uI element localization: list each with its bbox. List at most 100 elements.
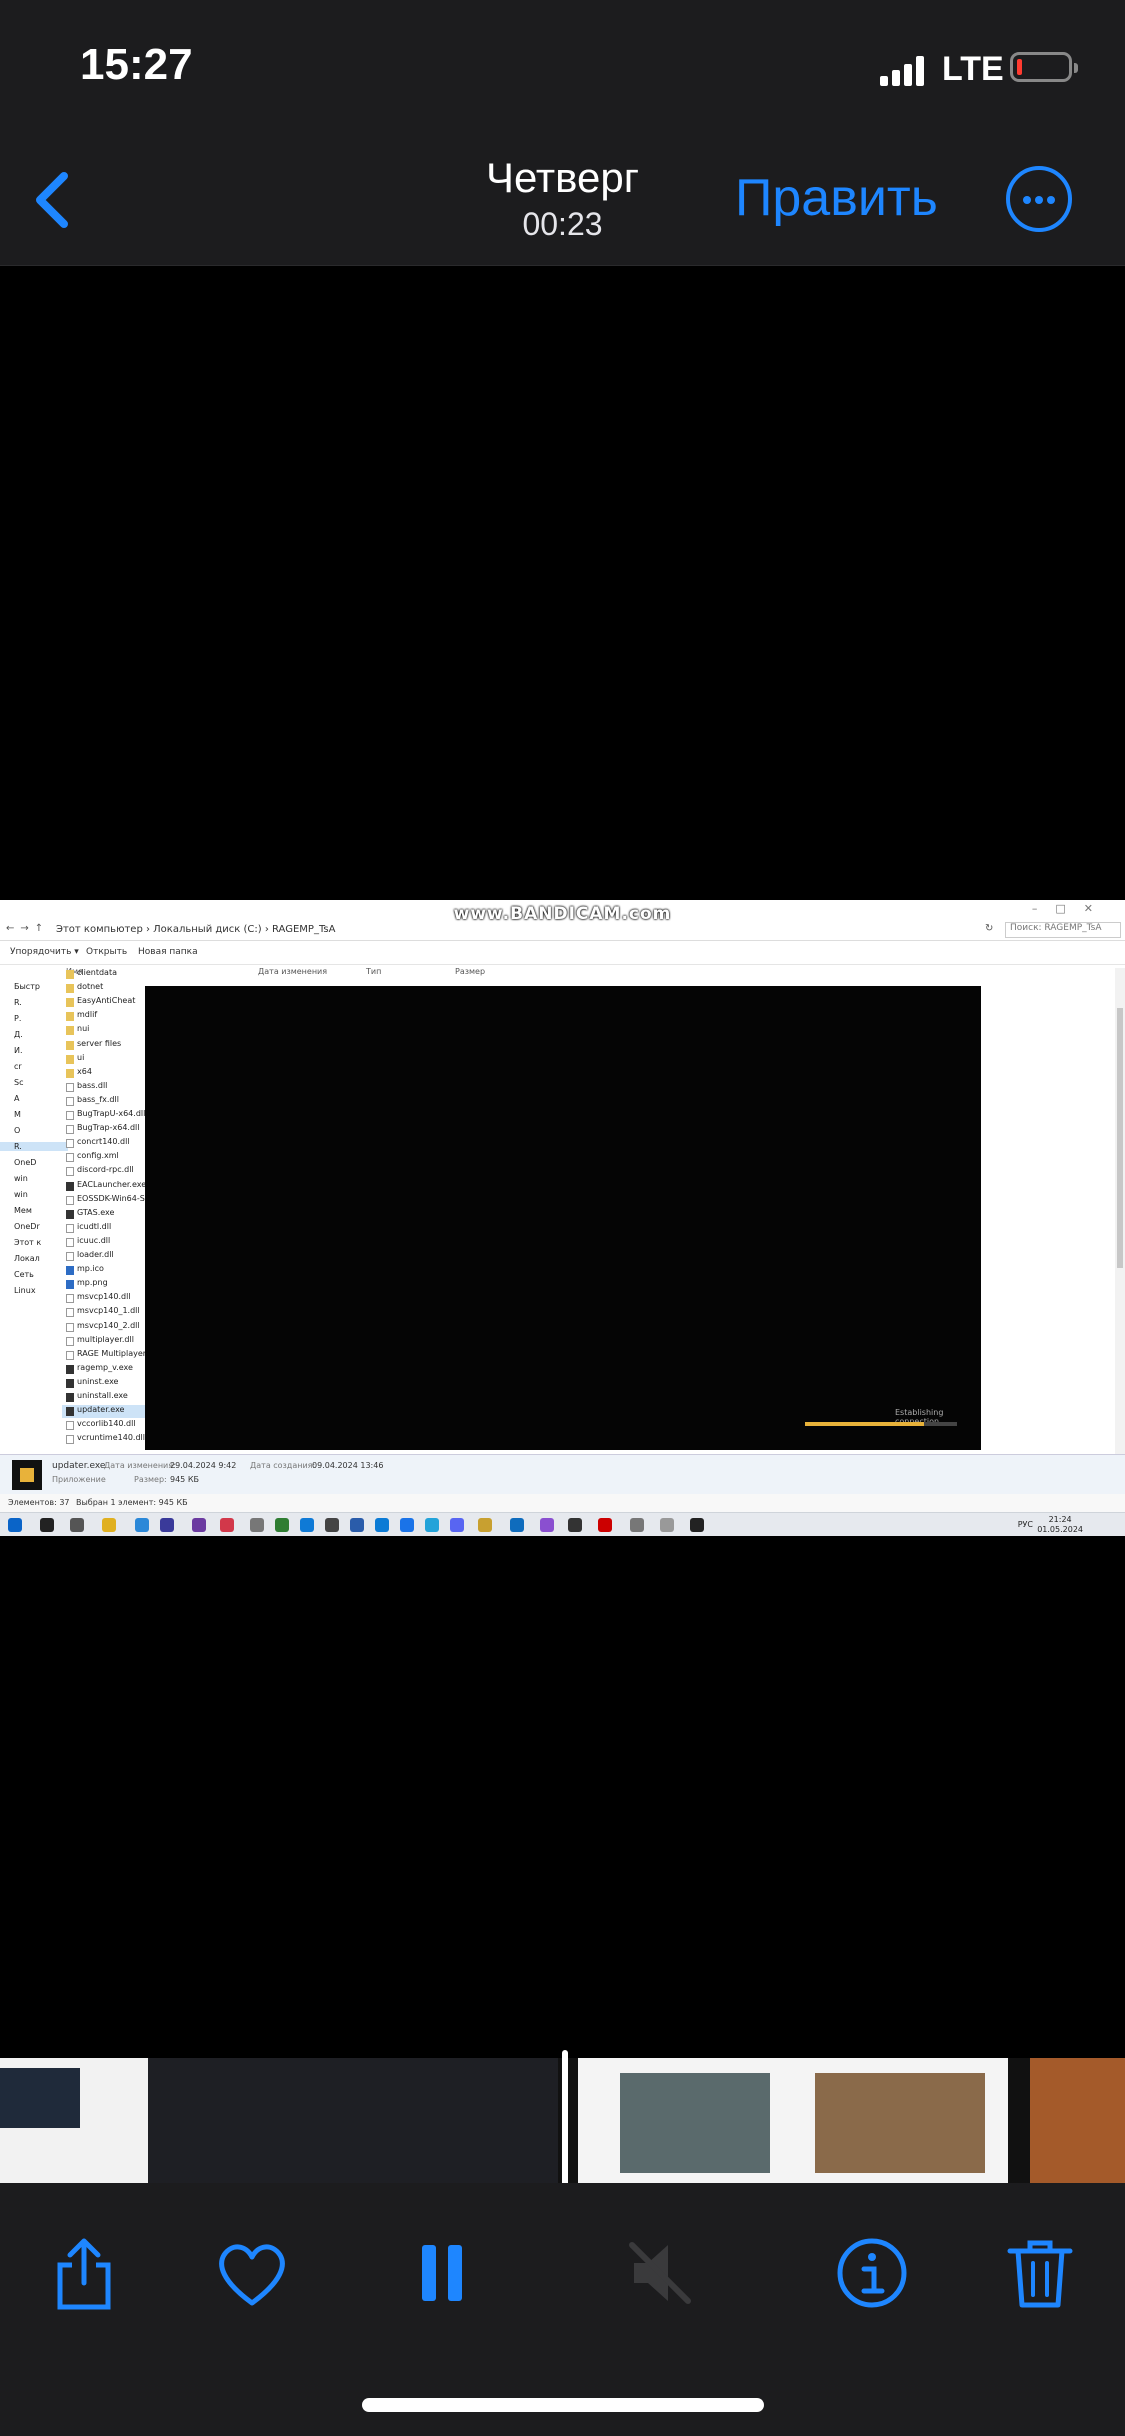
file-name: mp.png [77,1278,108,1288]
column-header: Имя Дата изменения Тип Размер [0,966,1125,978]
home-indicator [362,2398,764,2412]
file-name: EasyAntiCheat [77,996,136,1006]
file-row: vcruntime140.dll [62,1433,152,1446]
file-name: config.xml [77,1151,119,1161]
folder-icon [66,1068,74,1078]
nav-title: Четверг [485,154,640,201]
nav-bar: Четверг 00:23 Править [0,140,1125,266]
file-icon [66,1294,74,1304]
playhead[interactable] [562,2050,568,2190]
nav-pane-item: Локал [14,1254,40,1263]
taskbar-app-icon [450,1518,464,1532]
nav-pane-item: O [14,1126,21,1135]
folder-icon [66,998,74,1008]
file-name: bass_fx.dll [77,1094,119,1104]
more-button[interactable] [1006,166,1072,232]
taskbar-app-icon [102,1518,116,1532]
file-name: x64 [77,1066,92,1076]
mute-icon [629,2242,691,2304]
frame-thumb [148,2058,558,2183]
folder-icon [66,1040,74,1050]
taskbar-app-icon [540,1518,554,1532]
nav-pane-item: A [14,1094,20,1103]
explorer-status: Элементов: 37 Выбран 1 элемент: 945 КБ [0,1494,1125,1512]
game-window: Establishing connection [145,986,981,1450]
file-name: loader.dll [77,1250,114,1259]
breadcrumb: Этот компьютер › Локальный диск (C:) › R… [56,924,336,935]
file-row: uninst.exe [62,1377,152,1390]
file-name: BugTrap-x64.dll [77,1123,140,1133]
video-frame[interactable]: –□✕ ←→↑ Этот компьютер › Локальный диск … [0,900,1125,1536]
taskbar-app-icon [400,1518,414,1532]
taskbar-app-icon [375,1518,389,1532]
nav-pane-item: Р. [14,1014,22,1023]
explorer-search: Поиск: RAGEMP_TsA [1005,922,1121,938]
details-type: Приложение [52,1475,106,1484]
details-created-label: Дата создания: [250,1461,316,1470]
file-icon [66,1393,74,1402]
nav-pane-item: Мем [14,1206,32,1215]
file-icon [66,1153,74,1163]
col-type: Тип [366,967,382,976]
frame-thumb [1030,2058,1125,2183]
delete-button[interactable] [1000,2233,1080,2313]
network-label: LTE [942,50,1004,88]
file-name: msvcp140_1.dll [77,1306,140,1316]
file-row: clientdata [62,968,152,981]
file-name: GTAS.exe [77,1207,115,1217]
edit-button[interactable]: Править [735,168,938,228]
file-row: discord-rpc.dll [62,1165,152,1178]
explorer-nav-arrows: ←→↑ [6,923,50,934]
taskbar-app-icon [192,1518,206,1532]
file-row: loader.dll [62,1250,152,1263]
info-button[interactable] [832,2233,912,2313]
folder-icon [66,984,74,994]
file-icon [66,1195,74,1205]
file-icon [66,1181,74,1191]
status-time: 15:27 [80,40,193,89]
file-row: config.xml [62,1151,152,1164]
file-name: uninstall.exe [77,1391,128,1400]
file-row: RAGE Multiplayer [62,1349,152,1362]
toolbar-open: Открыть [86,947,128,957]
share-button[interactable] [44,2233,124,2313]
details-name: updater.exe [52,1461,106,1471]
nav-pane-item: Sc [14,1078,24,1087]
file-icon [66,1252,74,1261]
frame-thumb-image [620,2073,770,2173]
heart-icon [219,2244,285,2306]
toolbar-organize: Упорядочить ▾ [10,947,79,957]
file-name: mdlif [77,1010,98,1020]
details-pane: updater.exe Приложение Дата изменения: 2… [0,1454,1125,1495]
nav-pane-item: win [14,1174,28,1183]
pause-button[interactable] [402,2233,482,2313]
taskbar-app-icon [630,1518,644,1532]
file-icon [66,1421,74,1431]
file-name: clientdata [77,968,117,977]
file-name: updater.exe [77,1405,125,1415]
share-icon [57,2238,111,2310]
file-name: BugTrapU-x64.dll [77,1109,146,1118]
file-icon [66,1407,74,1417]
nav-pane-item: OneDr [14,1222,40,1231]
taskbar-app-icon [478,1518,492,1532]
nav-pane-item: Сеть [14,1270,34,1279]
trash-icon [1007,2240,1073,2308]
taskbar-app-icon [135,1518,149,1532]
taskbar-app-icon [275,1518,289,1532]
taskbar-app-icon [690,1518,704,1532]
file-row: EACLauncher.exe [62,1180,152,1193]
file-icon [66,1350,74,1360]
file-row: ragemp_v.exe [62,1363,152,1376]
taskbar-app-icon [250,1518,264,1532]
file-name: EACLauncher.exe [77,1179,147,1189]
favorite-button[interactable] [212,2233,292,2313]
file-row: mdlif [62,1010,152,1023]
file-icon [66,1223,74,1233]
app-thumbnail [12,1460,42,1490]
taskbar-app-icon [325,1518,339,1532]
file-name: server files [77,1038,122,1048]
file-list-scrollbar [1115,968,1125,1454]
file-row: bass_fx.dll [62,1095,152,1108]
file-icon [66,1308,74,1318]
